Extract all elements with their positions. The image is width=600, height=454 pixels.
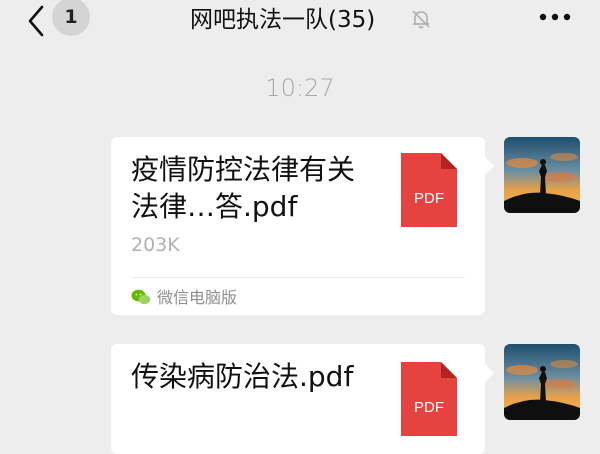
source-label: 微信电脑版 (157, 288, 238, 307)
avatar[interactable] (504, 344, 580, 420)
pdf-file-icon: PDF (401, 362, 457, 436)
chat-header: 1 网吧执法一队(35) (0, 0, 600, 48)
pdf-icon-label: PDF (414, 399, 444, 416)
divider (131, 277, 465, 278)
chat-title: 网吧执法一队(35) (190, 7, 376, 33)
wechat-icon (131, 289, 151, 305)
file-size: 203K (131, 234, 180, 256)
message-timestamp: 10:27 (265, 74, 335, 102)
file-message-bubble[interactable]: 传染病防治法.pdf PDF (111, 344, 494, 454)
more-horizontal-icon[interactable] (538, 12, 572, 22)
unread-count-badge[interactable]: 1 (52, 0, 90, 36)
pdf-file-icon: PDF (401, 153, 457, 227)
file-name: 传染病防治法.pdf (131, 360, 354, 393)
pdf-icon-label: PDF (414, 190, 444, 207)
avatar-image (504, 344, 580, 420)
file-name: 疫情防控法律有关法律…答.pdf (131, 153, 356, 223)
avatar[interactable] (504, 137, 580, 213)
chevron-left-icon[interactable] (26, 4, 48, 38)
file-message-bubble[interactable]: 疫情防控法律有关法律…答.pdf 203K PDF 微信电脑版 (111, 137, 494, 315)
bell-muted-icon (412, 10, 430, 29)
avatar-image (504, 137, 580, 213)
